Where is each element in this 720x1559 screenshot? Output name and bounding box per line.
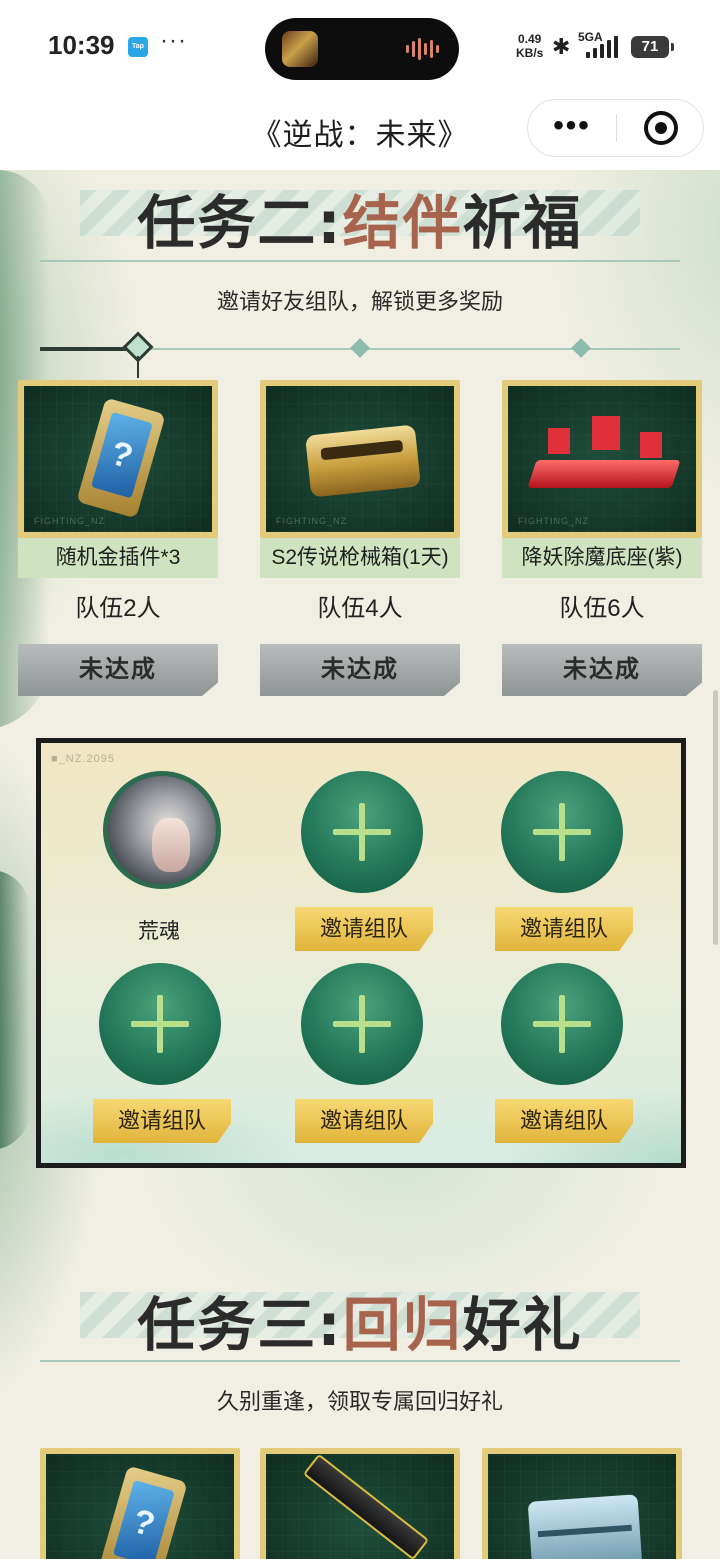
scrollbar-thumb[interactable] [713,690,718,945]
reward-image: FIGHTING_NZ [266,386,454,532]
dynamic-island[interactable] [265,18,459,80]
event-page-content: 任务二:结伴祈福 邀请好友组队，解锁更多奖励 FIGHTING_NZ 随机金插件… [0,170,720,1559]
reward-frame: FIGHTING_NZ [502,380,702,538]
invite-team-button[interactable]: 邀请组队 [495,907,633,951]
reward-name: S2传说枪械箱(1天) [260,538,460,578]
panel-tag: ■_NZ.2095 [51,753,115,765]
reward-frame [40,1448,240,1559]
reward-frame: FIGHTING_NZ [260,380,460,538]
progress-node [571,338,591,358]
rifle-icon [302,1454,430,1559]
gold-plugin-icon [76,397,166,519]
supply-case-icon [527,1494,643,1559]
more-options-button[interactable]: ••• [528,100,616,156]
reward-team-requirement: 队伍2人 [75,595,161,622]
reward-frame [260,1448,460,1559]
more-notifications-icon: ··· [160,27,187,54]
task2-title-accent: 结伴 [342,189,463,257]
task3-title: 任务三:回归好礼 [0,1278,720,1362]
task2-title-prefix: 任务二: [137,189,343,257]
mini-program-nav-bar: 《逆战：未来》 ••• [0,96,720,170]
ink-mountain-decoration [0,870,30,1150]
status-bar: 10:39 Tap ··· 0.49 KB/s ✱ 5GA 71 [0,0,720,96]
signal-strength-icon [586,36,622,58]
watermark: FIGHTING_NZ [34,516,105,526]
audio-wave-icon [406,38,439,60]
task3-title-accent: 回归 [342,1291,463,1359]
gold-plugin-icon [98,1465,188,1559]
not-achieved-button[interactable]: 未达成 [18,644,218,696]
avatar[interactable] [103,771,221,889]
reward-frame [482,1448,682,1559]
empty-team-slot: 邀请组队 [261,963,461,1153]
reward-team-requirement: 队伍4人 [317,595,403,622]
add-member-slot[interactable] [501,963,623,1085]
invite-team-button[interactable]: 邀请组队 [295,907,433,951]
battery-icon: 71 [631,36,674,58]
task2-title: 任务二:结伴祈福 [0,176,720,260]
mini-program-capsule: ••• [527,99,704,157]
title-divider [40,1360,680,1362]
invite-team-button[interactable]: 邀请组队 [295,1099,433,1143]
not-achieved-button[interactable]: 未达成 [502,644,702,696]
progress-node [350,338,370,358]
watermark: FIGHTING_NZ [518,516,589,526]
reward-image: FIGHTING_NZ [24,386,212,532]
capsule-divider [616,114,617,142]
network-speed: 0.49 KB/s [516,32,543,60]
empty-team-slot: 邀请组队 [59,963,259,1153]
reward-image: FIGHTING_NZ [508,386,696,532]
team-panel: ■_NZ.2095 荒魂 邀请组队 邀请组队 邀请组队 邀请组队 邀请组队 [36,738,686,1168]
title-divider [40,260,680,262]
watermark: FIGHTING_NZ [276,516,347,526]
weapon-crate-icon [305,424,421,498]
reward-team-requirement: 队伍6人 [559,595,645,622]
banner-icon [548,428,570,454]
banner-icon [592,416,620,450]
empty-team-slot: 邀请组队 [461,771,661,961]
add-member-slot[interactable] [301,963,423,1085]
team-member-slot: 荒魂 [59,771,259,961]
close-mini-program-icon[interactable] [644,111,678,145]
reward-name: 降妖除魔底座(紫) [502,538,702,578]
task2-title-suffix: 祈福 [462,189,583,257]
not-achieved-button[interactable]: 未达成 [260,644,460,696]
status-time: 10:39 [48,30,115,60]
empty-team-slot: 邀请组队 [461,963,661,1153]
add-member-slot[interactable] [301,771,423,893]
tap-app-icon: Tap [128,37,148,57]
network-speed-value: 0.49 [517,32,542,46]
reward-image [266,1454,454,1559]
task3-title-prefix: 任务三: [137,1291,343,1359]
banner-icon [640,432,662,458]
reward-image [488,1454,676,1559]
invite-team-button[interactable]: 邀请组队 [495,1099,633,1143]
pedestal-icon [527,460,681,488]
add-member-slot[interactable] [99,963,221,1085]
task3-subtitle: 久别重逢，领取专属回归好礼 [216,1389,503,1414]
network-speed-unit: KB/s [516,46,544,60]
reward-frame: FIGHTING_NZ [18,380,218,538]
task3-title-suffix: 好礼 [462,1291,583,1359]
reward-name: 随机金插件*3 [18,538,218,578]
bluetooth-icon: ✱ [552,34,571,59]
now-playing-thumbnail [282,31,318,67]
invite-team-button[interactable]: 邀请组队 [93,1099,231,1143]
reward-image [46,1454,234,1559]
add-member-slot[interactable] [501,771,623,893]
empty-team-slot: 邀请组队 [261,771,461,961]
progress-node-stem [137,356,139,378]
member-name: 荒魂 [138,920,180,943]
task2-subtitle: 邀请好友组队，解锁更多奖励 [216,289,503,314]
